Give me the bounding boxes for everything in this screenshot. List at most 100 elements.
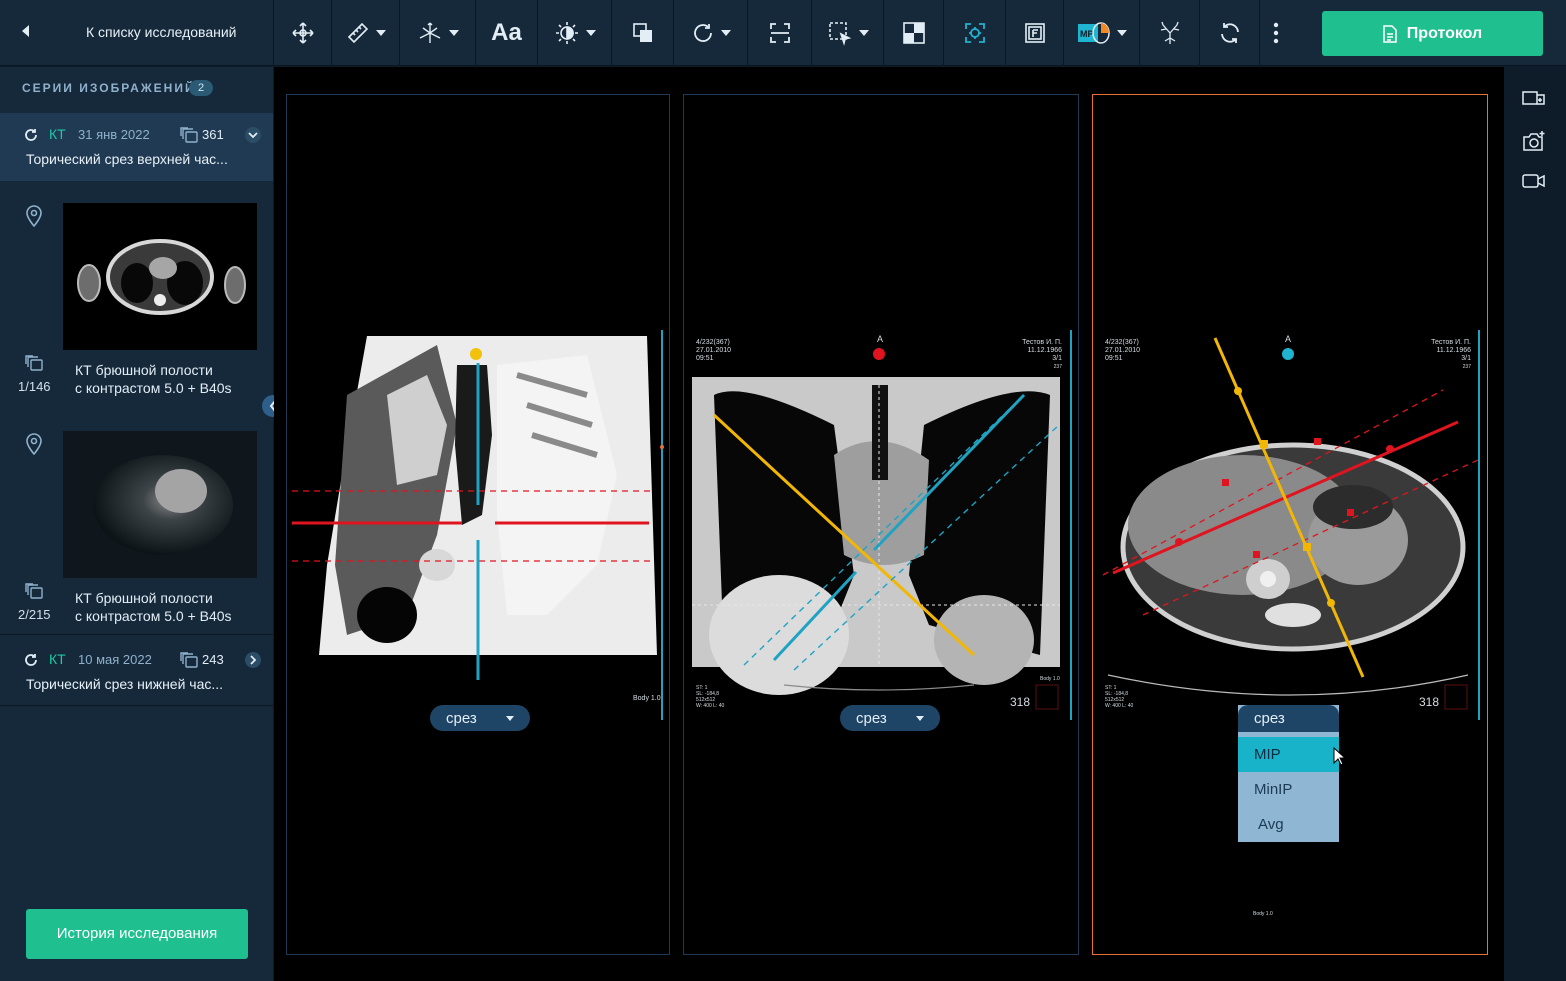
render-mode-value: срез [856, 709, 887, 727]
study-history-button[interactable]: История исследования [26, 909, 248, 959]
rotate-tool-button[interactable] [674, 0, 748, 66]
slice-number: 318 [1010, 695, 1031, 709]
render-mode-value: срез [446, 709, 477, 727]
expand-study-button[interactable] [245, 127, 261, 143]
vessel-tree-button[interactable] [1140, 0, 1200, 66]
info-line: 09:51 [696, 355, 714, 362]
chevron-down-icon [916, 716, 924, 721]
chevron-down-icon [1116, 30, 1127, 36]
study-modality: КТ [49, 126, 66, 142]
open-study-button[interactable] [245, 652, 261, 668]
series-label: Body 1.0 [1253, 911, 1273, 917]
brightness-tool-button[interactable] [538, 0, 612, 66]
add-viewport-icon[interactable] [1522, 89, 1546, 107]
image-stack-icon [180, 652, 198, 668]
select-region-button[interactable] [812, 0, 884, 66]
series-preview-image [63, 203, 257, 350]
record-video-icon[interactable] [1522, 172, 1546, 190]
mpr-tool-button[interactable]: MP [1064, 0, 1140, 66]
chevron-down-icon [858, 30, 869, 36]
frame-f-button[interactable] [1006, 0, 1064, 66]
render-mode-select[interactable]: срез [840, 705, 940, 731]
orientation-marker: A [877, 334, 884, 344]
frame-f-icon [1024, 23, 1045, 43]
info-line: 4/232(367) [1105, 339, 1139, 346]
svg-text:MP: MP [1080, 29, 1094, 39]
series-count-badge: 2 [189, 80, 213, 96]
image-stack-icon [25, 583, 43, 599]
series-thumbnail-1[interactable]: 1/146 КТ брюшной полости с контрастом 5.… [0, 203, 273, 413]
divider [0, 705, 273, 706]
chevron-right-icon [250, 655, 257, 665]
render-mode-select[interactable]: срез [430, 705, 530, 731]
info-line: Тестов И. П. [1022, 339, 1062, 346]
axes-3d-tool-button[interactable] [400, 0, 476, 66]
info-top-left: 4/232(367) 27.01.2010 09:51 [1105, 339, 1140, 363]
info-line: 3/1 [1052, 355, 1062, 362]
refresh-icon [25, 129, 37, 141]
study-description: Торический срез нижней час... [26, 676, 224, 692]
chevron-down-icon [585, 30, 596, 36]
protocol-label: Протокол [1406, 24, 1483, 42]
ruler-tool-button[interactable] [332, 0, 400, 66]
series-caption-line2: с контрастом 5.0 + B40s [75, 608, 232, 624]
render-mode-option-avg[interactable]: Avg [1238, 807, 1339, 842]
series-caption-line1: КТ брюшной полости [75, 362, 213, 378]
back-to-studies-link[interactable]: К списку исследований [0, 0, 274, 66]
series-sidebar: СЕРИИ ИЗОБРАЖЕНИЙ 2 КТ 31 янв 2022 361 Т… [0, 67, 273, 981]
series-thumbnail-2[interactable]: 2/215 КТ брюшной полости с контрастом 5.… [0, 431, 273, 641]
render-mode-option-minip[interactable]: MinIP [1238, 772, 1339, 807]
render-mode-option-mip[interactable]: MIP [1238, 737, 1339, 772]
info-line: W: 400 L: 40 [696, 703, 725, 709]
series-preview-image [63, 431, 257, 578]
sagittal-image [292, 330, 664, 720]
text-annotation-icon: Aa [491, 19, 522, 46]
invert-icon [632, 23, 652, 42]
info-top-left: 4/232(367) 27.01.2010 09:51 [696, 339, 731, 363]
info-line: 27.01.2010 [1105, 347, 1141, 354]
series-title: СЕРИИ ИЗОБРАЖЕНИЙ [22, 81, 196, 95]
brightness-icon [555, 22, 578, 44]
move-tool-button[interactable] [274, 0, 332, 66]
render-mode-value[interactable]: срез [1238, 705, 1339, 732]
mouse-cursor-icon [1333, 747, 1347, 766]
info-line: 11.12.1966 [1027, 347, 1062, 354]
series-caption: КТ брюшной полости с контрастом 5.0 + B4… [75, 361, 232, 397]
snapshot-icon[interactable] [1522, 130, 1546, 152]
viewport-coronal[interactable]: A 4/232(367) 27.01.2010 09:51 Тестов И. … [683, 94, 1079, 955]
more-options-button[interactable] [1260, 0, 1292, 66]
study-item-2[interactable]: КТ 10 мая 2022 243 Торический срез нижне… [0, 638, 273, 706]
protocol-button[interactable]: Протокол [1322, 11, 1543, 56]
back-label: К списку исследований [86, 24, 237, 40]
back-arrow-icon [22, 25, 29, 37]
viewport-sagittal[interactable]: Body 1.0 срез [286, 94, 670, 955]
document-icon [1383, 24, 1397, 43]
layout-grid-icon [902, 22, 925, 44]
info-line: Тестов И. П. [1431, 339, 1471, 346]
focus-target-button[interactable] [944, 0, 1006, 66]
info-line: W: 400 L: 40 [1105, 703, 1134, 709]
study-image-count: 361 [202, 127, 224, 142]
select-region-icon [828, 22, 851, 46]
invert-tool-button[interactable] [612, 0, 674, 66]
slice-number: 318 [1419, 695, 1440, 709]
axes-3d-icon [419, 22, 440, 43]
study-date: 10 мая 2022 [78, 652, 152, 667]
location-pin-icon [26, 433, 42, 455]
info-line: 237 [1053, 364, 1062, 370]
divider [0, 634, 273, 635]
info-top-right: Тестов И. П. 11.12.1966 3/1 237 [1431, 339, 1471, 371]
series-caption: КТ брюшной полости с контрастом 5.0 + B4… [75, 589, 232, 625]
series-caption-line2: с контрастом 5.0 + B40s [75, 380, 232, 396]
render-mode-dropdown[interactable]: срез MIP MinIP Avg [1238, 705, 1339, 842]
layout-grid-button[interactable] [884, 0, 944, 66]
study-item-1[interactable]: КТ 31 янв 2022 361 Торический срез верхн… [0, 113, 273, 181]
series-label: Body 1.0 [633, 695, 661, 702]
info-line: 4/232(367) [696, 339, 730, 346]
text-annotation-button[interactable]: Aa [476, 0, 538, 66]
series-label: Body 1.0 [1040, 676, 1060, 682]
chevron-down-icon [720, 30, 731, 36]
fit-frame-button[interactable] [748, 0, 812, 66]
viewport-axial[interactable]: A 4/232(367) 27.01.2010 09:51 Тестов И. … [1092, 94, 1488, 955]
sync-button[interactable] [1200, 0, 1260, 66]
